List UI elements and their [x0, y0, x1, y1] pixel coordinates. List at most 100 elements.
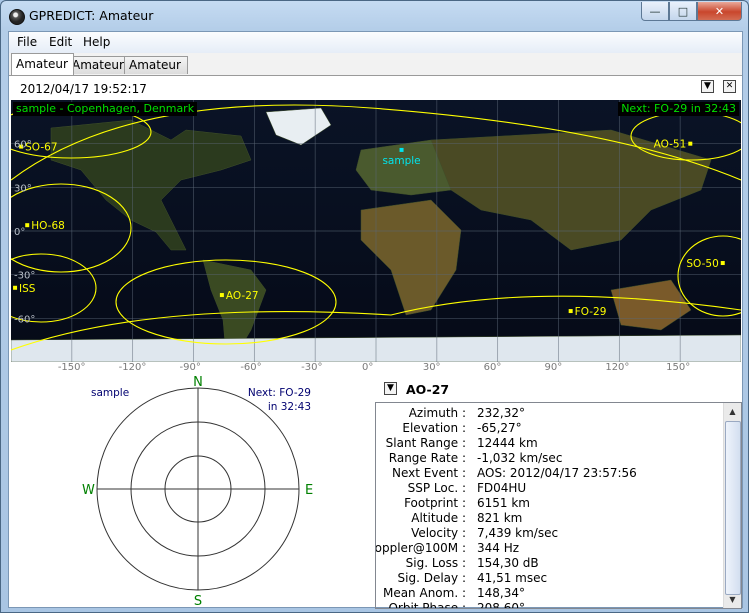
- world-map[interactable]: SO-67 AO-51 HO-68 SO-50 ISS AO-27 FO-29 sample …: [11, 100, 741, 362]
- west-label: W: [82, 483, 95, 498]
- longitude-label: 120°: [605, 362, 630, 373]
- current-time: 2012/04/17 19:52:17: [20, 82, 147, 96]
- scroll-up-arrow[interactable]: ▲: [724, 403, 741, 420]
- sat-info-value: AOS: 2012/04/17 23:57:56: [477, 466, 637, 480]
- sat-info-row: Doppler@100M : 344 Hz: [376, 541, 722, 556]
- sat-marker-fo-29[interactable]: [568, 309, 573, 314]
- sat-marker-ao-51[interactable]: [688, 141, 693, 146]
- polar-next-event-time: in 32:43: [268, 401, 311, 413]
- sat-info-row: Sig. Delay : 41,51 msec: [376, 571, 722, 586]
- maximize-button[interactable]: □: [669, 2, 697, 21]
- sat-info-value: FD04HU: [477, 481, 527, 495]
- module-menu-button[interactable]: ▼: [701, 80, 714, 93]
- latitude-label: 30°: [14, 183, 32, 194]
- client-area: File Edit Help Amateur Amateur Amateur 2…: [8, 31, 743, 609]
- longitude-label: -60°: [240, 362, 262, 373]
- longitude-axis: -150° -120° -90° -60° -30° 0° 30° 60° 90° 120° 150…: [11, 362, 741, 376]
- minimize-button[interactable]: —: [641, 2, 669, 21]
- scroll-thumb[interactable]: [725, 421, 741, 595]
- sat-marker-iss[interactable]: [13, 285, 18, 290]
- sat-label-fo-29[interactable]: FO-29: [575, 306, 607, 318]
- sat-info-row: Next Event : AOS: 2012/04/17 23:57:56: [376, 466, 722, 481]
- polar-view[interactable]: sample Next: FO-29 in 32:43 N S E W: [11, 375, 371, 609]
- longitude-label: 90°: [544, 362, 563, 373]
- sat-info-row: Slant Range : 12444 km: [376, 436, 722, 451]
- sat-info-value: -1,032 km/sec: [477, 451, 563, 465]
- module-view: 2012/04/17 19:52:17 ▼ ✕ SO-67 AO-51 HO-6…: [9, 76, 742, 609]
- latitude-label: -60°: [14, 314, 35, 325]
- close-window-button[interactable]: ✕: [697, 2, 742, 21]
- tab-amateur-2[interactable]: Amateur: [67, 56, 131, 74]
- sat-info-key: Azimuth :: [408, 406, 466, 420]
- polar-next-event-label: Next: FO-29: [248, 387, 311, 399]
- sat-info-key: Elevation :: [402, 421, 466, 435]
- qth-label: sample: [382, 155, 420, 167]
- sat-info-row: Sig. Loss : 154,30 dB: [376, 556, 722, 571]
- longitude-label: -150°: [57, 362, 86, 373]
- sat-select-button[interactable]: ▼: [384, 382, 397, 395]
- sat-info-key: Sig. Loss :: [405, 556, 466, 570]
- menu-bar: File Edit Help: [9, 32, 742, 54]
- north-label: N: [193, 376, 203, 390]
- longitude-label: -90°: [179, 362, 201, 373]
- sat-name: AO-27: [406, 382, 450, 397]
- menu-file[interactable]: File: [17, 35, 37, 49]
- module-tabs: Amateur Amateur Amateur: [9, 53, 742, 76]
- next-event-banner: Next: FO-29 in 32:43: [618, 102, 739, 116]
- sat-info-row: Range Rate : -1,032 km/sec: [376, 451, 722, 466]
- longitude-label: -120°: [118, 362, 147, 373]
- vertical-scrollbar[interactable]: ▲ ▼: [723, 403, 741, 608]
- sat-marker-so-50[interactable]: [720, 261, 725, 266]
- tab-amateur-3[interactable]: Amateur: [124, 56, 188, 74]
- sat-info-value: -65,27°: [477, 421, 522, 435]
- sat-info-key: Altitude :: [411, 511, 466, 525]
- longitude-label: -30°: [301, 362, 323, 373]
- title-bar[interactable]: GPREDICT: Amateur — □ ✕: [1, 1, 748, 31]
- sat-marker-ao-27[interactable]: [219, 293, 224, 298]
- menu-help[interactable]: Help: [83, 35, 110, 49]
- longitude-label: 150°: [666, 362, 691, 373]
- sat-info-key: Next Event :: [391, 466, 466, 480]
- module-header: 2012/04/17 19:52:17 ▼ ✕: [9, 76, 742, 99]
- sat-label-ho-68[interactable]: HO-68: [31, 220, 65, 232]
- sat-label-ao-51[interactable]: AO-51: [654, 139, 687, 151]
- sat-header: ▼ AO-27: [375, 380, 741, 400]
- sat-info-key: Doppler@100M :: [375, 541, 466, 555]
- sat-marker-ho-68[interactable]: [25, 223, 30, 228]
- sat-info-value: 208,60°: [477, 601, 525, 609]
- sat-info-key: Orbit Phase :: [388, 601, 466, 609]
- sat-info-value: 41,51 msec: [477, 571, 548, 585]
- polar-plot: sample Next: FO-29 in 32:43 N S E W: [82, 375, 313, 609]
- scroll-down-arrow[interactable]: ▼: [724, 591, 741, 608]
- sat-info-value: 6151 km: [477, 496, 530, 510]
- latitude-label: 0°: [14, 227, 25, 238]
- sat-info-value: 7,439 km/sec: [477, 526, 559, 540]
- sat-label-iss[interactable]: ISS: [19, 283, 36, 295]
- sat-info-key: SSP Loc. :: [407, 481, 466, 495]
- sat-info-row: SSP Loc. : FD04HU: [376, 481, 722, 496]
- sat-label-ao-27[interactable]: AO-27: [226, 290, 259, 302]
- sat-info-row: Azimuth : 232,32°: [376, 406, 722, 421]
- sat-info-row: Mean Anom. : 148,34°: [376, 586, 722, 601]
- south-label: S: [194, 594, 202, 607]
- latitude-label: -30°: [14, 271, 35, 282]
- longitude-label: 0°: [362, 362, 374, 373]
- east-label: E: [305, 483, 313, 498]
- sat-info-value: 148,34°: [477, 586, 525, 600]
- qth-banner: sample - Copenhagen, Denmark: [13, 102, 198, 116]
- gpredict-app-icon: [9, 9, 25, 25]
- sat-info-row: Velocity : 7,439 km/sec: [376, 526, 722, 541]
- sat-info-key: Sig. Delay :: [397, 571, 466, 585]
- sat-info-value: 12444 km: [477, 436, 538, 450]
- sat-info-row: Elevation : -65,27°: [376, 421, 722, 436]
- tab-amateur-1[interactable]: Amateur: [11, 53, 74, 75]
- single-sat-panel: ▼ AO-27 Azimuth : 232,32° Elevation : -65,2…: [375, 380, 742, 609]
- menu-edit[interactable]: Edit: [49, 35, 72, 49]
- sat-info-key: Mean Anom. :: [382, 586, 466, 600]
- module-close-button[interactable]: ✕: [723, 80, 736, 93]
- sat-info-key: Footprint :: [404, 496, 466, 510]
- sat-info-key: Velocity :: [411, 526, 466, 540]
- sat-info-table: Azimuth :232,32° Elevation : -65,27° Slant …: [375, 402, 742, 609]
- sat-label-so-50[interactable]: SO-50: [686, 258, 718, 270]
- window-controls: — □ ✕: [641, 2, 742, 21]
